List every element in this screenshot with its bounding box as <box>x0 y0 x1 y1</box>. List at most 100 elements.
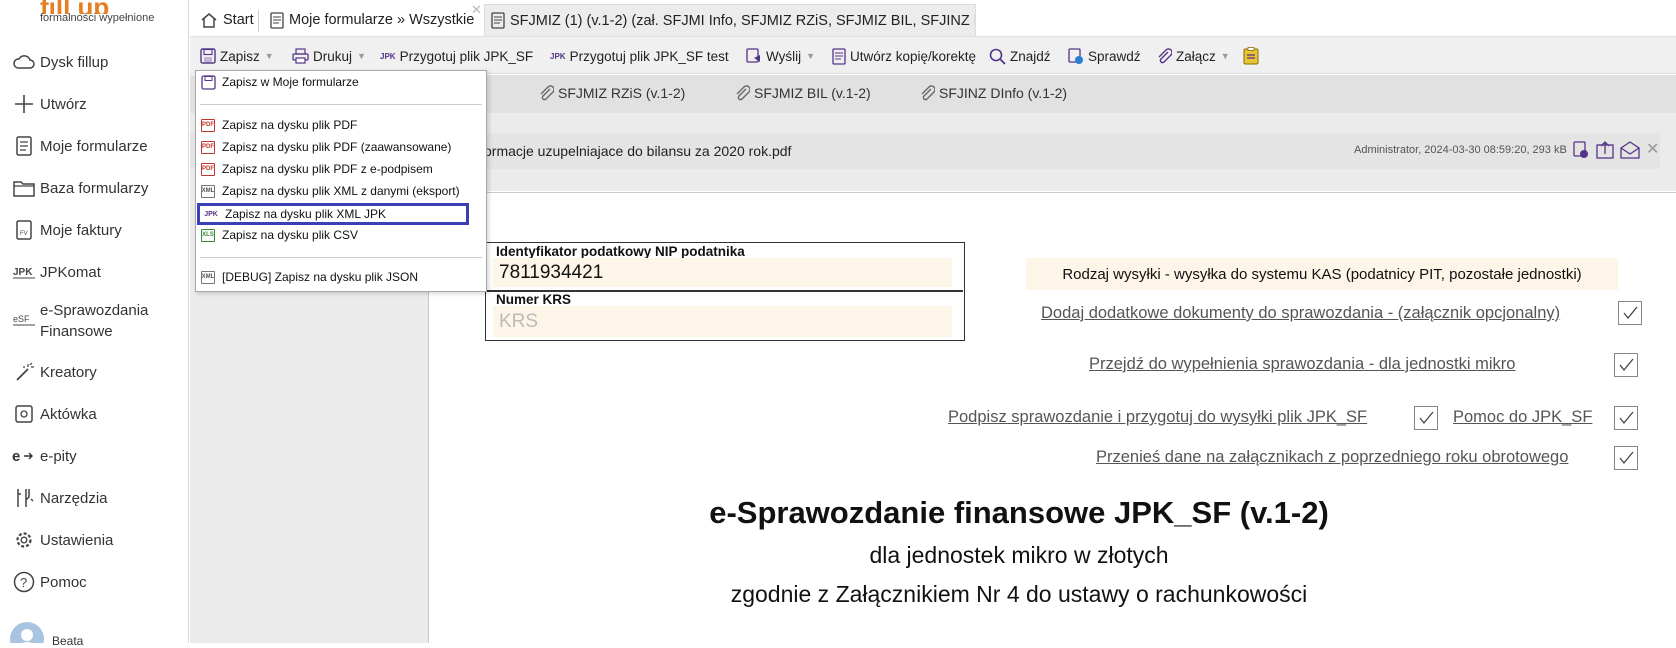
paperclip-icon <box>734 85 750 101</box>
document-icon <box>491 12 505 29</box>
avatar[interactable] <box>10 622 44 643</box>
sidebar-item-aktowka[interactable]: Aktówka <box>10 396 180 432</box>
paperclip-icon <box>1156 48 1172 64</box>
transfer-data-checkbox[interactable] <box>1614 446 1638 470</box>
svg-text:FV: FV <box>20 231 28 237</box>
document-icon <box>10 134 38 158</box>
subtab-dinfo[interactable]: SFJINZ DInfo (v.1-2) <box>919 85 1067 101</box>
tab-sfjmiz[interactable]: SFJMIZ (1) (v.1-2) (zał. SFJMI Info, SFJ… <box>484 4 976 36</box>
copy-correction-button[interactable]: Utwórz kopię/korektę <box>832 45 976 67</box>
krs-label: Numer KRS <box>496 292 572 307</box>
xml-icon: XML <box>200 270 216 284</box>
add-documents-link[interactable]: Dodaj dodatkowe dokumenty do sprawozdani… <box>1041 304 1560 323</box>
user-name[interactable]: Beata <box>52 634 83 648</box>
page-subtitle-law: zgodnie z Załącznikiem Nr 4 do ustawy o … <box>730 581 1308 607</box>
clipboard-button[interactable] <box>1243 45 1263 67</box>
subtab-rzis[interactable]: SFJMIZ RZiS (v.1-2) <box>538 85 685 101</box>
sidebar-item-pomoc[interactable]: ? Pomoc <box>10 564 180 600</box>
sidebar-item-kreatory[interactable]: Kreatory <box>10 354 180 390</box>
chevron-down-icon[interactable]: ▼ <box>265 51 274 61</box>
print-label: Drukuj <box>313 48 353 64</box>
sidebar-item-moje-faktury[interactable]: FV Moje faktury <box>10 212 180 248</box>
menu-item-save-json-debug[interactable]: XML [DEBUG] Zapisz na dysku plik JSON <box>200 267 482 287</box>
menu-item-label: Zapisz w Moje formularze <box>222 75 359 89</box>
sidebar-item-baza-formularzy[interactable]: Baza formularzy <box>10 170 180 206</box>
menu-item-save-my-forms[interactable]: Zapisz w Moje formularze <box>200 72 482 92</box>
upload-icon[interactable] <box>1596 141 1614 164</box>
jpk-help-link[interactable]: Pomoc do JPK_SF <box>1453 408 1592 427</box>
fill-micro-link[interactable]: Przejdź do wypełnienia sprawozdania - dl… <box>1089 355 1515 374</box>
save-icon <box>200 74 216 90</box>
invoice-icon: FV <box>10 218 38 242</box>
sidebar-item-moje-formularze[interactable]: Moje formularze <box>10 128 180 164</box>
sidebar-item-e-pity[interactable]: e e-pity <box>10 438 180 474</box>
add-documents-checkbox[interactable] <box>1618 301 1642 325</box>
jpk-icon: JPK <box>550 51 566 61</box>
download-icon[interactable] <box>1572 141 1590 164</box>
send-button[interactable]: Wyślij ▼ <box>746 45 815 67</box>
tab-start[interactable]: Start <box>194 4 260 36</box>
fill-micro-checkbox[interactable] <box>1614 353 1638 377</box>
sidebar-item-label: Ustawienia <box>40 531 114 549</box>
jpk-help-checkbox[interactable] <box>1614 406 1638 430</box>
menu-item-save-pdf-advanced[interactable]: PDF Zapisz na dysku plik PDF (zaawansowa… <box>200 137 482 157</box>
menu-item-label: Zapisz na dysku plik PDF z e-podpisem <box>222 162 433 176</box>
attach-button[interactable]: Załącz ▼ <box>1156 45 1230 67</box>
tab-label: Start <box>223 12 254 28</box>
menu-item-save-xml-export[interactable]: XML Zapisz na dysku plik XML z danymi (e… <box>200 181 482 201</box>
copy-icon <box>832 47 846 65</box>
attachment-filename[interactable]: ormacje uzupelniajace do bilansu za 2020… <box>484 143 791 159</box>
subtab-label: SFJMIZ RZiS (v.1-2) <box>558 85 686 101</box>
sidebar-item-label: Baza formularzy <box>40 179 149 197</box>
subtab-bil[interactable]: SFJMIZ BIL (v.1-2) <box>734 85 871 101</box>
esf-icon: eSF <box>10 308 38 332</box>
attachment-meta: Administrator, 2024-03-30 08:59:20, 293 … <box>1354 144 1567 156</box>
find-button[interactable]: Znajdź <box>989 45 1051 67</box>
sidebar-item-dysk[interactable]: Dysk fillup <box>10 44 180 80</box>
folder-icon <box>10 176 38 200</box>
print-button[interactable]: Drukuj ▼ <box>292 45 366 67</box>
sidebar-item-label: Moje formularze <box>40 137 148 155</box>
transfer-data-link[interactable]: Przenieś dane na załącznikach z poprzedn… <box>1096 448 1568 467</box>
sign-report-link[interactable]: Podpisz sprawozdanie i przygotuj do wysy… <box>948 408 1367 427</box>
sidebar-item-label: e-pity <box>40 447 77 465</box>
send-type-select[interactable]: Rodzaj wysyłki - wysyłka do systemu KAS … <box>1026 258 1618 290</box>
tools-icon <box>10 486 38 510</box>
sign-report-checkbox[interactable] <box>1414 406 1438 430</box>
pdf-icon: PDF <box>200 118 216 132</box>
sidebar-item-narzedzia[interactable]: Narzędzia <box>10 480 180 516</box>
save-dropdown-menu: Zapisz w Moje formularze PDF Zapisz na d… <box>195 70 487 292</box>
close-tab-icon[interactable]: ✕ <box>471 2 482 18</box>
logo-tagline: formalności wypełnione <box>40 12 155 24</box>
sidebar-item-label: Aktówka <box>40 405 97 423</box>
menu-item-label: Zapisz na dysku plik PDF <box>222 118 358 132</box>
close-icon[interactable]: ✕ <box>1646 139 1659 159</box>
jpk-icon: JPK <box>10 260 38 284</box>
sidebar-item-ustawienia[interactable]: Ustawienia <box>10 522 180 558</box>
svg-text:eSF: eSF <box>13 314 30 324</box>
sidebar-item-jpkomat[interactable]: JPK JPKomat <box>10 254 180 290</box>
menu-item-save-pdf-esign[interactable]: PDF Zapisz na dysku plik PDF z e-podpise… <box>200 159 482 179</box>
sidebar-item-e-sprawozdania[interactable]: eSF e-Sprawozdania Finansowe <box>10 300 180 344</box>
menu-item-label: Zapisz na dysku plik CSV <box>222 228 359 242</box>
sidebar-item-label: JPKomat <box>40 263 101 281</box>
prepare-jpk-button[interactable]: JPK Przygotuj plik JPK_SF <box>380 45 533 67</box>
menu-item-label: Zapisz na dysku plik PDF (zaawansowane) <box>222 140 452 154</box>
chevron-down-icon[interactable]: ▼ <box>806 51 815 61</box>
help-icon: ? <box>10 570 38 594</box>
sidebar-item-utworz[interactable]: Utwórz <box>10 86 180 122</box>
tab-label: SFJMIZ (1) (v.1-2) (zał. SFJMI Info, SFJ… <box>510 12 976 29</box>
tab-moje-formularze[interactable]: Moje formularze » Wszystkie <box>264 4 480 36</box>
email-icon[interactable] <box>1620 141 1640 164</box>
chevron-down-icon[interactable]: ▼ <box>1221 51 1230 61</box>
svg-text:e: e <box>12 448 20 464</box>
menu-item-save-pdf[interactable]: PDF Zapisz na dysku plik PDF <box>200 115 482 135</box>
menu-item-save-csv[interactable]: XLS Zapisz na dysku plik CSV <box>200 225 482 245</box>
save-button[interactable]: Zapisz ▼ <box>200 45 274 67</box>
menu-item-save-xml-jpk[interactable]: JPK Zapisz na dysku plik XML JPK <box>197 203 469 225</box>
chevron-down-icon[interactable]: ▼ <box>357 51 366 61</box>
nip-field[interactable]: 7811934421 <box>493 258 952 287</box>
krs-field[interactable]: KRS <box>493 306 952 337</box>
check-button[interactable]: Sprawdź <box>1068 45 1141 67</box>
prepare-jpk-test-button[interactable]: JPK Przygotuj plik JPK_SF test <box>550 45 729 67</box>
